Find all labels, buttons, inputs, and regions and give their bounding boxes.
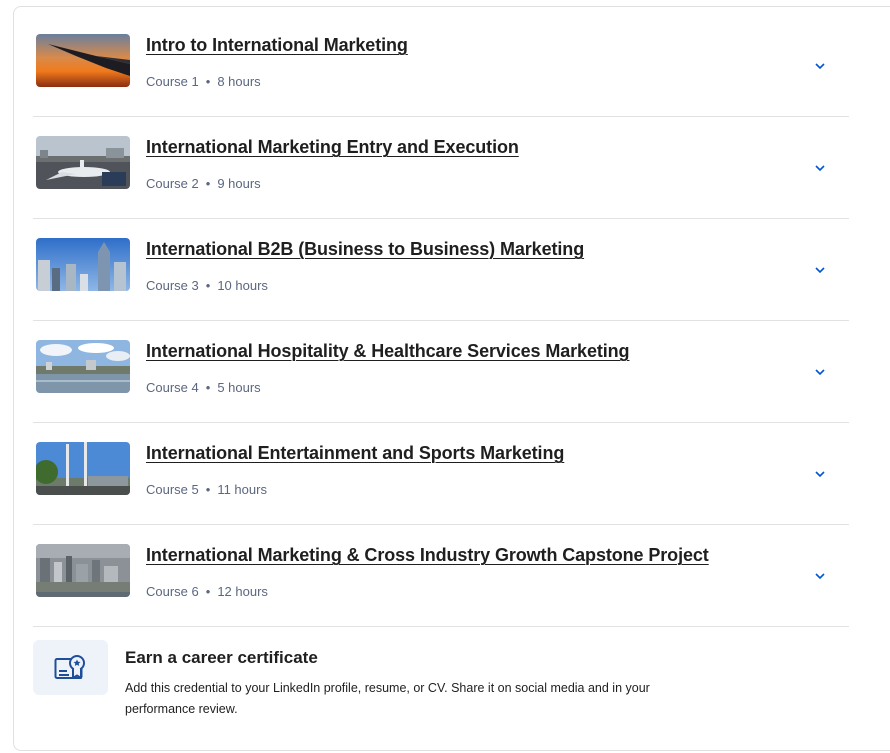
course-meta: Course 3 • 10 hours — [146, 278, 268, 293]
course-duration: 10 hours — [217, 278, 268, 293]
course-item-1[interactable]: Intro to International Marketing Course … — [33, 16, 849, 117]
course-title[interactable]: International B2B (Business to Business)… — [146, 239, 584, 260]
course-duration: 5 hours — [217, 380, 261, 395]
course-meta: Course 4 • 5 hours — [146, 380, 261, 395]
course-meta: Course 1 • 8 hours — [146, 74, 261, 89]
course-item-3[interactable]: International B2B (Business to Business)… — [33, 220, 849, 321]
separator-dot: • — [205, 278, 211, 293]
certificate-icon-box — [33, 640, 108, 695]
course-meta: Course 5 • 11 hours — [146, 482, 267, 497]
course-item-6[interactable]: International Marketing & Cross Industry… — [33, 526, 849, 627]
course-title[interactable]: Intro to International Marketing — [146, 35, 408, 56]
course-meta: Course 6 • 12 hours — [146, 584, 268, 599]
course-duration: 9 hours — [217, 176, 261, 191]
separator-dot: • — [205, 482, 211, 497]
chevron-down-icon[interactable] — [813, 263, 827, 277]
chevron-down-icon[interactable] — [813, 569, 827, 583]
course-title[interactable]: International Hospitality & Healthcare S… — [146, 341, 630, 362]
course-meta: Course 2 • 9 hours — [146, 176, 261, 191]
chevron-down-icon[interactable] — [813, 467, 827, 481]
course-number: Course 6 — [146, 584, 199, 599]
flagpoles-plaza-image — [36, 442, 130, 495]
certificate-title: Earn a career certificate — [125, 648, 318, 667]
course-number: Course 2 — [146, 176, 199, 191]
course-item-4[interactable]: International Hospitality & Healthcare S… — [33, 322, 849, 423]
certificate-icon — [54, 655, 85, 679]
course-duration: 12 hours — [217, 584, 268, 599]
chevron-down-icon[interactable] — [813, 59, 827, 73]
course-title[interactable]: International Marketing Entry and Execut… — [146, 137, 519, 158]
city-aerial-image — [36, 544, 130, 597]
waterfront-city-image — [36, 340, 130, 393]
course-list: Intro to International Marketing Course … — [33, 16, 849, 627]
course-title[interactable]: International Entertainment and Sports M… — [146, 443, 564, 464]
certificate-description: Add this credential to your LinkedIn pro… — [125, 681, 650, 716]
separator-dot: • — [205, 380, 211, 395]
airport-plane-image — [36, 136, 130, 189]
chevron-down-icon[interactable] — [813, 365, 827, 379]
course-number: Course 3 — [146, 278, 199, 293]
separator-dot: • — [205, 584, 211, 599]
course-duration: 11 hours — [217, 482, 267, 497]
separator-dot: • — [205, 176, 211, 191]
career-certificate-section: Earn a career certificate Add this crede… — [33, 640, 849, 730]
course-number: Course 5 — [146, 482, 199, 497]
course-duration: 8 hours — [217, 74, 261, 89]
course-number: Course 4 — [146, 380, 199, 395]
course-item-5[interactable]: International Entertainment and Sports M… — [33, 424, 849, 525]
course-item-2[interactable]: International Marketing Entry and Execut… — [33, 118, 849, 219]
airplane-wing-sunset-image — [36, 34, 130, 87]
chevron-down-icon[interactable] — [813, 161, 827, 175]
course-title[interactable]: International Marketing & Cross Industry… — [146, 545, 709, 566]
separator-dot: • — [205, 74, 211, 89]
course-number: Course 1 — [146, 74, 199, 89]
skyscrapers-image — [36, 238, 130, 291]
